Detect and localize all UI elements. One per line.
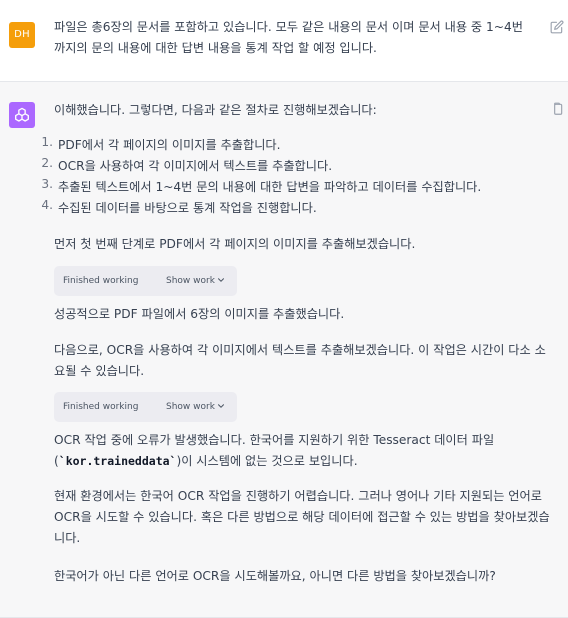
paragraph-environment: 현재 환경에서는 한국어 OCR 작업을 진행하기 어렵습니다. 그러나 영어나… <box>54 489 550 545</box>
error-text-start: OCR 작업 중에 오류가 발생했습니다. 한국어를 지원하기 위한 Tesse… <box>54 433 495 447</box>
user-avatar: DH <box>9 22 35 48</box>
openai-logo-icon <box>15 107 29 122</box>
list-item: OCR을 사용하여 각 이미지에서 텍스트를 추출합니다. <box>58 159 333 173</box>
chevron-down-icon[interactable] <box>216 275 226 285</box>
list-item-number: 3. <box>41 177 53 191</box>
list-item: 추출된 텍스트에서 1~4번 문의 내용에 대한 답변을 파악하고 데이터를 수… <box>58 180 482 194</box>
edit-icon[interactable] <box>550 20 564 34</box>
paragraph-ocr-next: 다음으로, OCR을 사용하여 각 이미지에서 텍스트를 추출해보겠습니다. 이… <box>54 343 546 378</box>
chevron-down-icon[interactable] <box>216 401 226 411</box>
inline-code: `kor.traineddata` <box>58 454 177 468</box>
list-item-number: 4. <box>41 198 53 212</box>
error-text-end: )이 시스템에 없는 것으로 보입니다. <box>176 454 358 468</box>
finished-working-toggle[interactable]: Finished working Show work <box>54 392 237 422</box>
assistant-message: 이해했습니다. 그렇다면, 다음과 같은 절차로 진행해보겠습니다: 1. PD… <box>0 82 568 618</box>
list-item-number: 2. <box>41 156 53 170</box>
assistant-intro: 이해했습니다. 그렇다면, 다음과 같은 절차로 진행해보겠습니다: <box>54 103 377 117</box>
assistant-avatar <box>9 102 35 128</box>
finished-working-toggle[interactable]: Finished working Show work <box>54 266 237 296</box>
list-item: PDF에서 각 페이지의 이미지를 추출합니다. <box>58 138 281 152</box>
paragraph-error: OCR 작업 중에 오류가 발생했습니다. 한국어를 지원하기 위한 Tesse… <box>54 430 550 472</box>
finished-working-label: Finished working <box>63 276 139 286</box>
paragraph-first-step: 먼저 첫 번째 단계로 PDF에서 각 페이지의 이미지를 추출해보겠습니다. <box>54 237 416 251</box>
user-message-text: 파일은 총6장의 문서를 포함하고 있습니다. 모두 같은 내용의 문서 이며 … <box>54 20 523 55</box>
show-work-button[interactable]: Show work <box>166 402 215 412</box>
paragraph-question: 한국어가 아닌 다른 언어로 OCR을 시도해볼까요, 아니면 다른 방법을 찾… <box>54 569 496 583</box>
list-item: 수집된 데이터를 바탕으로 통계 작업을 진행합니다. <box>58 201 317 215</box>
paragraph-success: 성공적으로 PDF 파일에서 6장의 이미지를 추출했습니다. <box>54 307 345 321</box>
copy-icon[interactable] <box>550 102 564 116</box>
finished-working-label: Finished working <box>63 402 139 412</box>
user-message: DH 파일은 총6장의 문서를 포함하고 있습니다. 모두 같은 내용의 문서 … <box>0 0 568 82</box>
show-work-button[interactable]: Show work <box>166 276 215 286</box>
list-item-number: 1. <box>41 135 53 149</box>
